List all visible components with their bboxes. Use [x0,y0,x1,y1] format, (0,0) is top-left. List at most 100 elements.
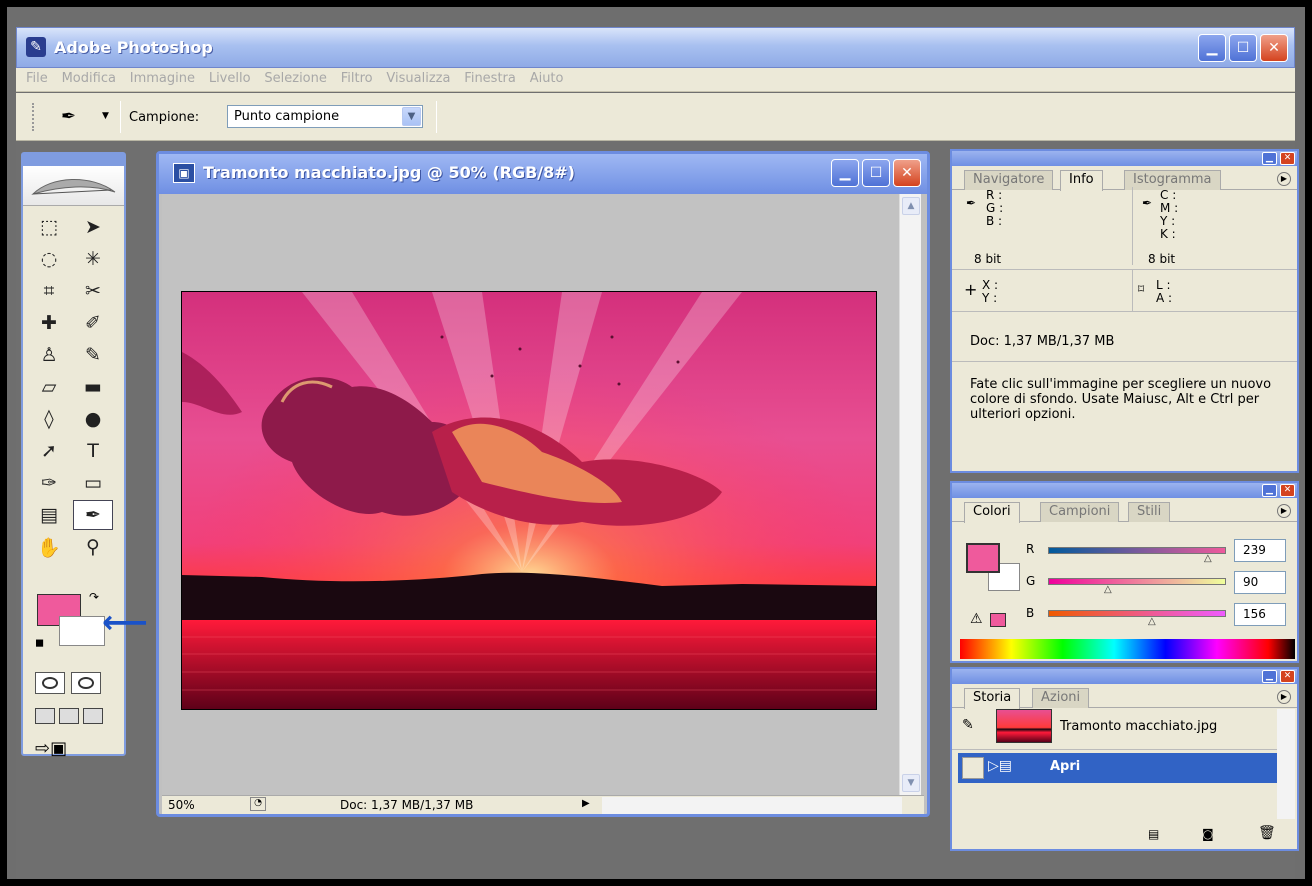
menu-file[interactable]: File [26,68,48,90]
new-snapshot-icon[interactable]: ◙ [1202,827,1214,841]
menu-selezione[interactable]: Selezione [264,68,327,90]
g-value-field[interactable]: 90 [1234,571,1286,594]
history-scrollbar[interactable] [1277,709,1295,819]
b-value-field[interactable]: 156 [1234,603,1286,626]
info-panel-close-button[interactable]: ✕ [1280,152,1295,165]
b-slider[interactable] [1048,610,1226,617]
close-button[interactable]: ✕ [1260,34,1288,62]
path-selection-tool-icon[interactable]: ➚ [29,436,69,466]
minimize-button[interactable]: ▁ [1198,34,1226,62]
crop-tool-icon[interactable]: ⌗ [29,276,69,306]
info-panel-menu-icon[interactable]: ▶ [1277,172,1291,186]
document-vertical-scrollbar[interactable]: ▲ ▼ [899,194,921,795]
options-grip[interactable] [32,103,36,131]
r-slider[interactable] [1048,547,1226,554]
swap-colors-icon[interactable]: ↷ [89,590,99,604]
tab-azioni[interactable]: Azioni [1032,688,1090,708]
full-screen-menu-mode-button[interactable] [59,708,79,724]
zoom-tool-icon[interactable]: ⚲ [73,532,113,562]
gradient-tool-icon[interactable]: ▬ [73,372,113,402]
hand-tool-icon[interactable]: ✋ [29,532,69,562]
standard-mode-button[interactable] [35,672,65,694]
history-source-brush-icon[interactable]: ✎ [962,717,974,733]
tab-storia[interactable]: Storia [964,688,1021,709]
menu-livello[interactable]: Livello [209,68,251,90]
menu-filtro[interactable]: Filtro [341,68,373,90]
menu-aiuto[interactable]: Aiuto [530,68,564,90]
magic-wand-tool-icon[interactable]: ✳ [73,244,113,274]
canvas-area[interactable] [162,194,899,795]
feather-logo[interactable] [23,166,124,206]
menu-modifica[interactable]: Modifica [62,68,116,90]
lasso-tool-icon[interactable]: ◌ [29,244,69,274]
type-tool-icon[interactable]: T [73,436,113,466]
doc-close-button[interactable]: ✕ [893,159,921,187]
info-panel-minimize-button[interactable]: ▁ [1262,152,1277,165]
tab-stili[interactable]: Stili [1128,502,1171,522]
history-panel-minimize-button[interactable]: ▁ [1262,670,1277,683]
tab-istogramma[interactable]: Istogramma [1124,170,1221,190]
shape-tool-icon[interactable]: ▭ [73,468,113,498]
campione-select[interactable]: Punto campione ▼ [227,105,423,128]
status-info-icon[interactable]: ◔ [250,797,266,811]
new-document-icon[interactable]: ▤ [1148,827,1159,841]
sunset-photo[interactable] [181,291,877,710]
default-colors-icon[interactable]: ◼ [35,636,44,649]
dodge-tool-icon[interactable]: ● [73,404,113,434]
menu-immagine[interactable]: Immagine [130,68,195,90]
g-slider-thumb[interactable]: △ [1104,584,1112,595]
color-ramp[interactable] [960,639,1295,659]
color-panel-close-button[interactable]: ✕ [1280,484,1295,497]
menu-finestra[interactable]: Finestra [464,68,516,90]
blur-tool-icon[interactable]: ◊ [29,404,69,434]
slice-tool-icon[interactable]: ✂ [73,276,113,306]
eyedropper-tool-icon[interactable]: ✒ [73,500,113,530]
scroll-up-icon[interactable]: ▲ [902,197,920,215]
history-item-apri[interactable]: ▷▤ Apri [958,753,1286,783]
gamut-color-swatch[interactable] [990,613,1006,627]
scroll-down-icon[interactable]: ▼ [902,774,920,792]
r-slider-thumb[interactable]: △ [1204,553,1212,564]
g-slider[interactable] [1048,578,1226,585]
history-brush-tool-icon[interactable]: ✎ [73,340,113,370]
brush-tool-icon[interactable]: ✐ [73,308,113,338]
history-panel-close-button[interactable]: ✕ [1280,670,1295,683]
zoom-level[interactable]: 50% [168,798,240,812]
snapshot-thumbnail[interactable] [996,709,1052,743]
history-panel-menu-icon[interactable]: ▶ [1277,690,1291,704]
r-value-field[interactable]: 239 [1234,539,1286,562]
trash-icon[interactable]: 🗑 [1258,825,1276,841]
status-menu-arrow-icon[interactable]: ▶ [582,798,590,809]
color-panel-foreground-swatch[interactable] [966,543,1000,573]
stamp-tool-icon[interactable]: ♙ [29,340,69,370]
preset-dropdown-arrow[interactable]: ▼ [102,111,109,121]
doc-minimize-button[interactable]: ▁ [831,159,859,187]
tab-info[interactable]: Info [1060,170,1103,191]
quick-mask-mode-button[interactable] [71,672,101,694]
menu-visualizza[interactable]: Visualizza [386,68,450,90]
out-of-gamut-warning-icon[interactable]: ⚠ [970,612,983,626]
full-screen-mode-button[interactable] [83,708,103,724]
maximize-button[interactable]: ☐ [1229,34,1257,62]
color-panel-menu-icon[interactable]: ▶ [1277,504,1291,518]
healing-brush-tool-icon[interactable]: ✚ [29,308,69,338]
history-source-checkbox[interactable] [962,757,984,779]
document-horizontal-scrollbar[interactable] [602,797,902,814]
color-panel-minimize-button[interactable]: ▁ [1262,484,1277,497]
move-tool-icon[interactable]: ➤ [73,212,113,242]
marquee-tool-icon[interactable]: ⬚ [29,212,69,242]
standard-screen-mode-button[interactable] [35,708,55,724]
eraser-tool-icon[interactable]: ▱ [29,372,69,402]
jump-to-imageready-icon[interactable]: ⇨▣ [35,738,67,759]
tab-colori[interactable]: Colori [964,502,1020,523]
pen-tool-icon[interactable]: ✑ [29,468,69,498]
tab-navigatore[interactable]: Navigatore [964,170,1054,190]
tab-campioni[interactable]: Campioni [1040,502,1120,522]
snapshot-name[interactable]: Tramonto macchiato.jpg [1060,719,1217,734]
b-slider-thumb[interactable]: △ [1148,616,1156,627]
doc-maximize-button[interactable]: ☐ [862,159,890,187]
chevron-down-icon[interactable]: ▼ [402,107,421,126]
background-color-swatch[interactable] [59,616,105,646]
eyedropper-preset-icon[interactable]: ✒ [61,106,76,127]
notes-tool-icon[interactable]: ▤ [29,500,69,530]
